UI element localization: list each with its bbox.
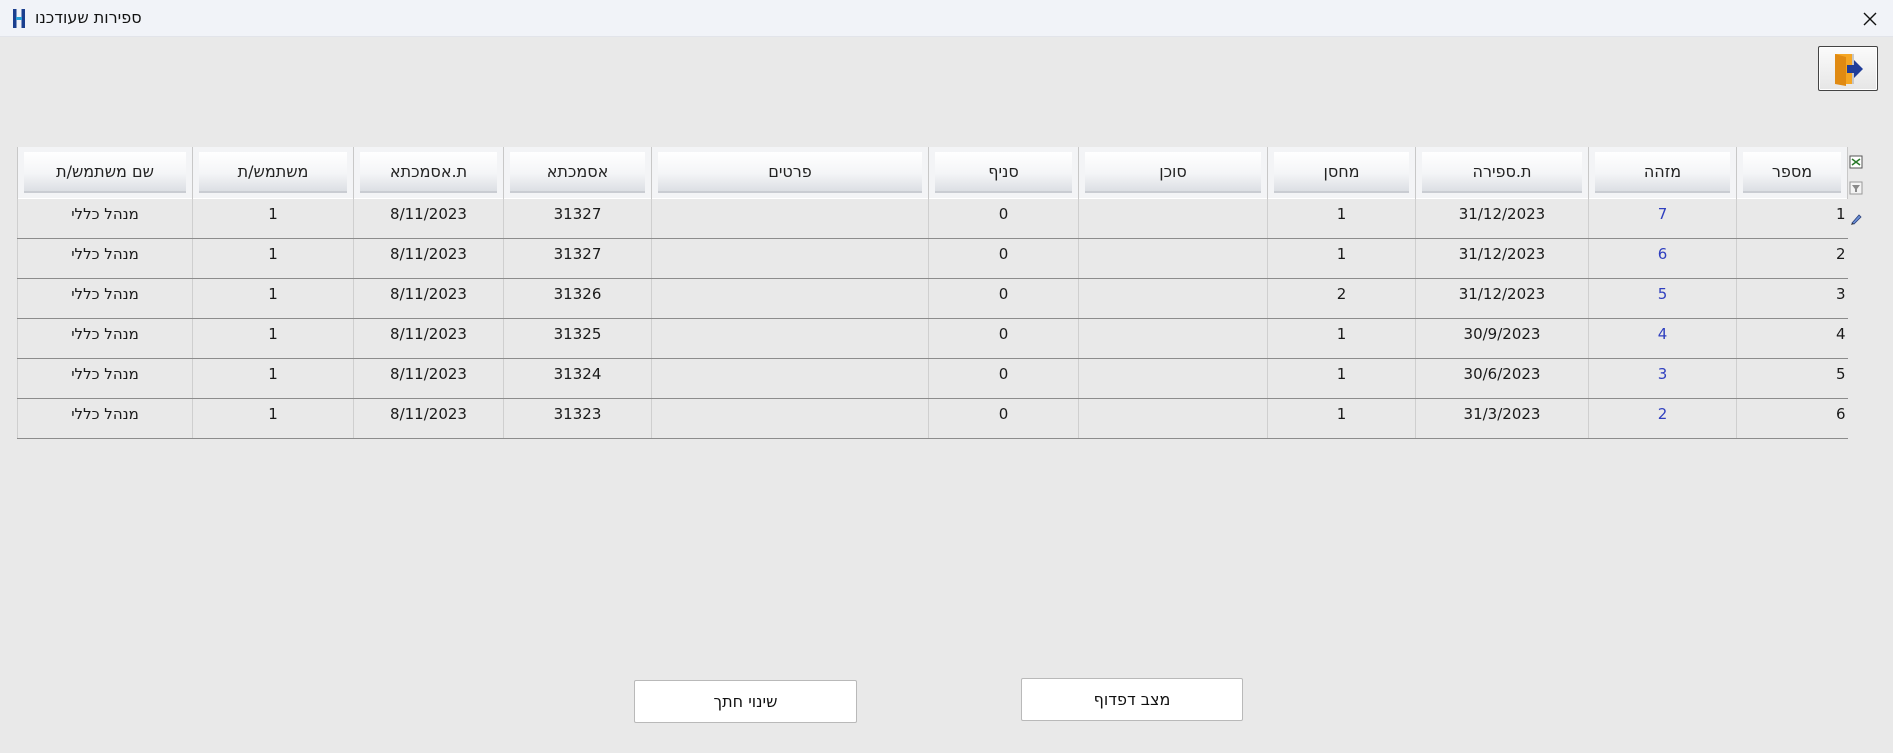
cell-user: 1 — [192, 197, 354, 239]
cell-user-name: מנהל כללי — [17, 197, 193, 239]
cell-number: 5 — [1736, 357, 1848, 399]
cell-branch: 0 — [928, 277, 1079, 319]
cell-id-link[interactable]: 7 — [1588, 197, 1737, 239]
cell-count-date: 31/12/2023 — [1415, 277, 1589, 319]
column-header-count-date[interactable]: ת.ספירה — [1415, 147, 1589, 198]
cell-number: 6 — [1736, 397, 1848, 439]
cell-id-link[interactable]: 4 — [1588, 317, 1737, 359]
cell-id-link[interactable]: 3 — [1588, 357, 1737, 399]
column-header-agent[interactable]: סוכן — [1078, 147, 1268, 198]
cell-count-date: 31/3/2023 — [1415, 397, 1589, 439]
table-row[interactable]: 6 2 31/3/2023 1 0 31323 8/11/2023 1 מנהל… — [17, 397, 1848, 439]
cell-reference-date: 8/11/2023 — [353, 317, 504, 359]
cell-branch: 0 — [928, 237, 1079, 279]
cell-id-link[interactable]: 2 — [1588, 397, 1737, 439]
cell-reference: 31327 — [503, 237, 652, 279]
cell-warehouse: 1 — [1267, 197, 1416, 239]
cell-count-date: 31/12/2023 — [1415, 237, 1589, 279]
cell-user-name: מנהל כללי — [17, 277, 193, 319]
edit-icon[interactable] — [1849, 212, 1863, 226]
window-title: ספירות שעודכנו — [35, 8, 142, 27]
cell-agent — [1078, 277, 1268, 319]
close-icon — [1863, 12, 1877, 25]
cell-user-name: מנהל כללי — [17, 317, 193, 359]
cell-branch: 0 — [928, 357, 1079, 399]
cell-user-name: מנהל כללי — [17, 397, 193, 439]
cell-reference: 31327 — [503, 197, 652, 239]
browse-mode-button[interactable]: מצב דפדוף — [1021, 678, 1243, 721]
cell-agent — [1078, 197, 1268, 239]
h-logo-icon — [13, 9, 25, 28]
cell-warehouse: 1 — [1267, 397, 1416, 439]
cell-user: 1 — [192, 317, 354, 359]
close-button[interactable] — [1847, 0, 1893, 37]
column-header-user[interactable]: משתמש/ת — [192, 147, 354, 198]
table-row[interactable]: 3 5 31/12/2023 2 0 31326 8/11/2023 1 מנה… — [17, 277, 1848, 319]
column-header-branch[interactable]: סניף — [928, 147, 1079, 198]
cell-count-date: 30/9/2023 — [1415, 317, 1589, 359]
table-header-row: מספר מזהה ת.ספירה מחסן סוכן סניף פרטים א… — [17, 147, 1848, 198]
column-header-warehouse[interactable]: מחסן — [1267, 147, 1416, 198]
title-bar: ספירות שעודכנו — [0, 0, 1893, 37]
counts-table: מספר מזהה ת.ספירה מחסן סוכן סניף פרטים א… — [17, 147, 1848, 439]
table-row[interactable]: 1 7 31/12/2023 1 0 31327 8/11/2023 1 מנה… — [17, 197, 1848, 239]
filter-icon[interactable] — [1849, 181, 1863, 195]
column-header-number[interactable]: מספר — [1736, 147, 1848, 198]
cell-number: 3 — [1736, 277, 1848, 319]
cell-user-name: מנהל כללי — [17, 237, 193, 279]
cell-user: 1 — [192, 277, 354, 319]
cell-reference: 31323 — [503, 397, 652, 439]
cell-details — [651, 197, 929, 239]
cell-agent — [1078, 237, 1268, 279]
cell-agent — [1078, 357, 1268, 399]
cell-reference-date: 8/11/2023 — [353, 237, 504, 279]
cell-number: 4 — [1736, 317, 1848, 359]
change-section-button[interactable]: שינוי חתך — [634, 680, 857, 723]
column-header-user-name[interactable]: שם משתמש/ת — [17, 147, 193, 198]
cell-details — [651, 277, 929, 319]
cell-branch: 0 — [928, 317, 1079, 359]
cell-details — [651, 237, 929, 279]
table-row[interactable]: 2 6 31/12/2023 1 0 31327 8/11/2023 1 מנה… — [17, 237, 1848, 279]
cell-count-date: 30/6/2023 — [1415, 357, 1589, 399]
table-row[interactable]: 4 4 30/9/2023 1 0 31325 8/11/2023 1 מנהל… — [17, 317, 1848, 359]
cell-agent — [1078, 397, 1268, 439]
cell-reference: 31324 — [503, 357, 652, 399]
cell-details — [651, 357, 929, 399]
exit-door-icon — [1835, 53, 1863, 86]
cell-user: 1 — [192, 397, 354, 439]
cell-number: 1 — [1736, 197, 1848, 239]
cell-details — [651, 317, 929, 359]
cell-warehouse: 1 — [1267, 317, 1416, 359]
cell-agent — [1078, 317, 1268, 359]
column-header-id[interactable]: מזהה — [1588, 147, 1737, 198]
export-excel-icon[interactable] — [1849, 155, 1863, 169]
cell-warehouse: 1 — [1267, 237, 1416, 279]
cell-reference-date: 8/11/2023 — [353, 357, 504, 399]
cell-id-link[interactable]: 5 — [1588, 277, 1737, 319]
table-row[interactable]: 5 3 30/6/2023 1 0 31324 8/11/2023 1 מנהל… — [17, 357, 1848, 399]
cell-reference-date: 8/11/2023 — [353, 277, 504, 319]
cell-number: 2 — [1736, 237, 1848, 279]
column-header-reference[interactable]: אסמכתא — [503, 147, 652, 198]
cell-reference-date: 8/11/2023 — [353, 197, 504, 239]
cell-warehouse: 2 — [1267, 277, 1416, 319]
cell-user-name: מנהל כללי — [17, 357, 193, 399]
cell-id-link[interactable]: 6 — [1588, 237, 1737, 279]
cell-user: 1 — [192, 357, 354, 399]
cell-reference-date: 8/11/2023 — [353, 397, 504, 439]
cell-count-date: 31/12/2023 — [1415, 197, 1589, 239]
cell-user: 1 — [192, 237, 354, 279]
cell-reference: 31326 — [503, 277, 652, 319]
exit-button[interactable] — [1818, 46, 1878, 91]
cell-warehouse: 1 — [1267, 357, 1416, 399]
column-header-reference-date[interactable]: ת.אסמכתא — [353, 147, 504, 198]
cell-details — [651, 397, 929, 439]
column-header-details[interactable]: פרטים — [651, 147, 929, 198]
cell-branch: 0 — [928, 197, 1079, 239]
cell-reference: 31325 — [503, 317, 652, 359]
cell-branch: 0 — [928, 397, 1079, 439]
